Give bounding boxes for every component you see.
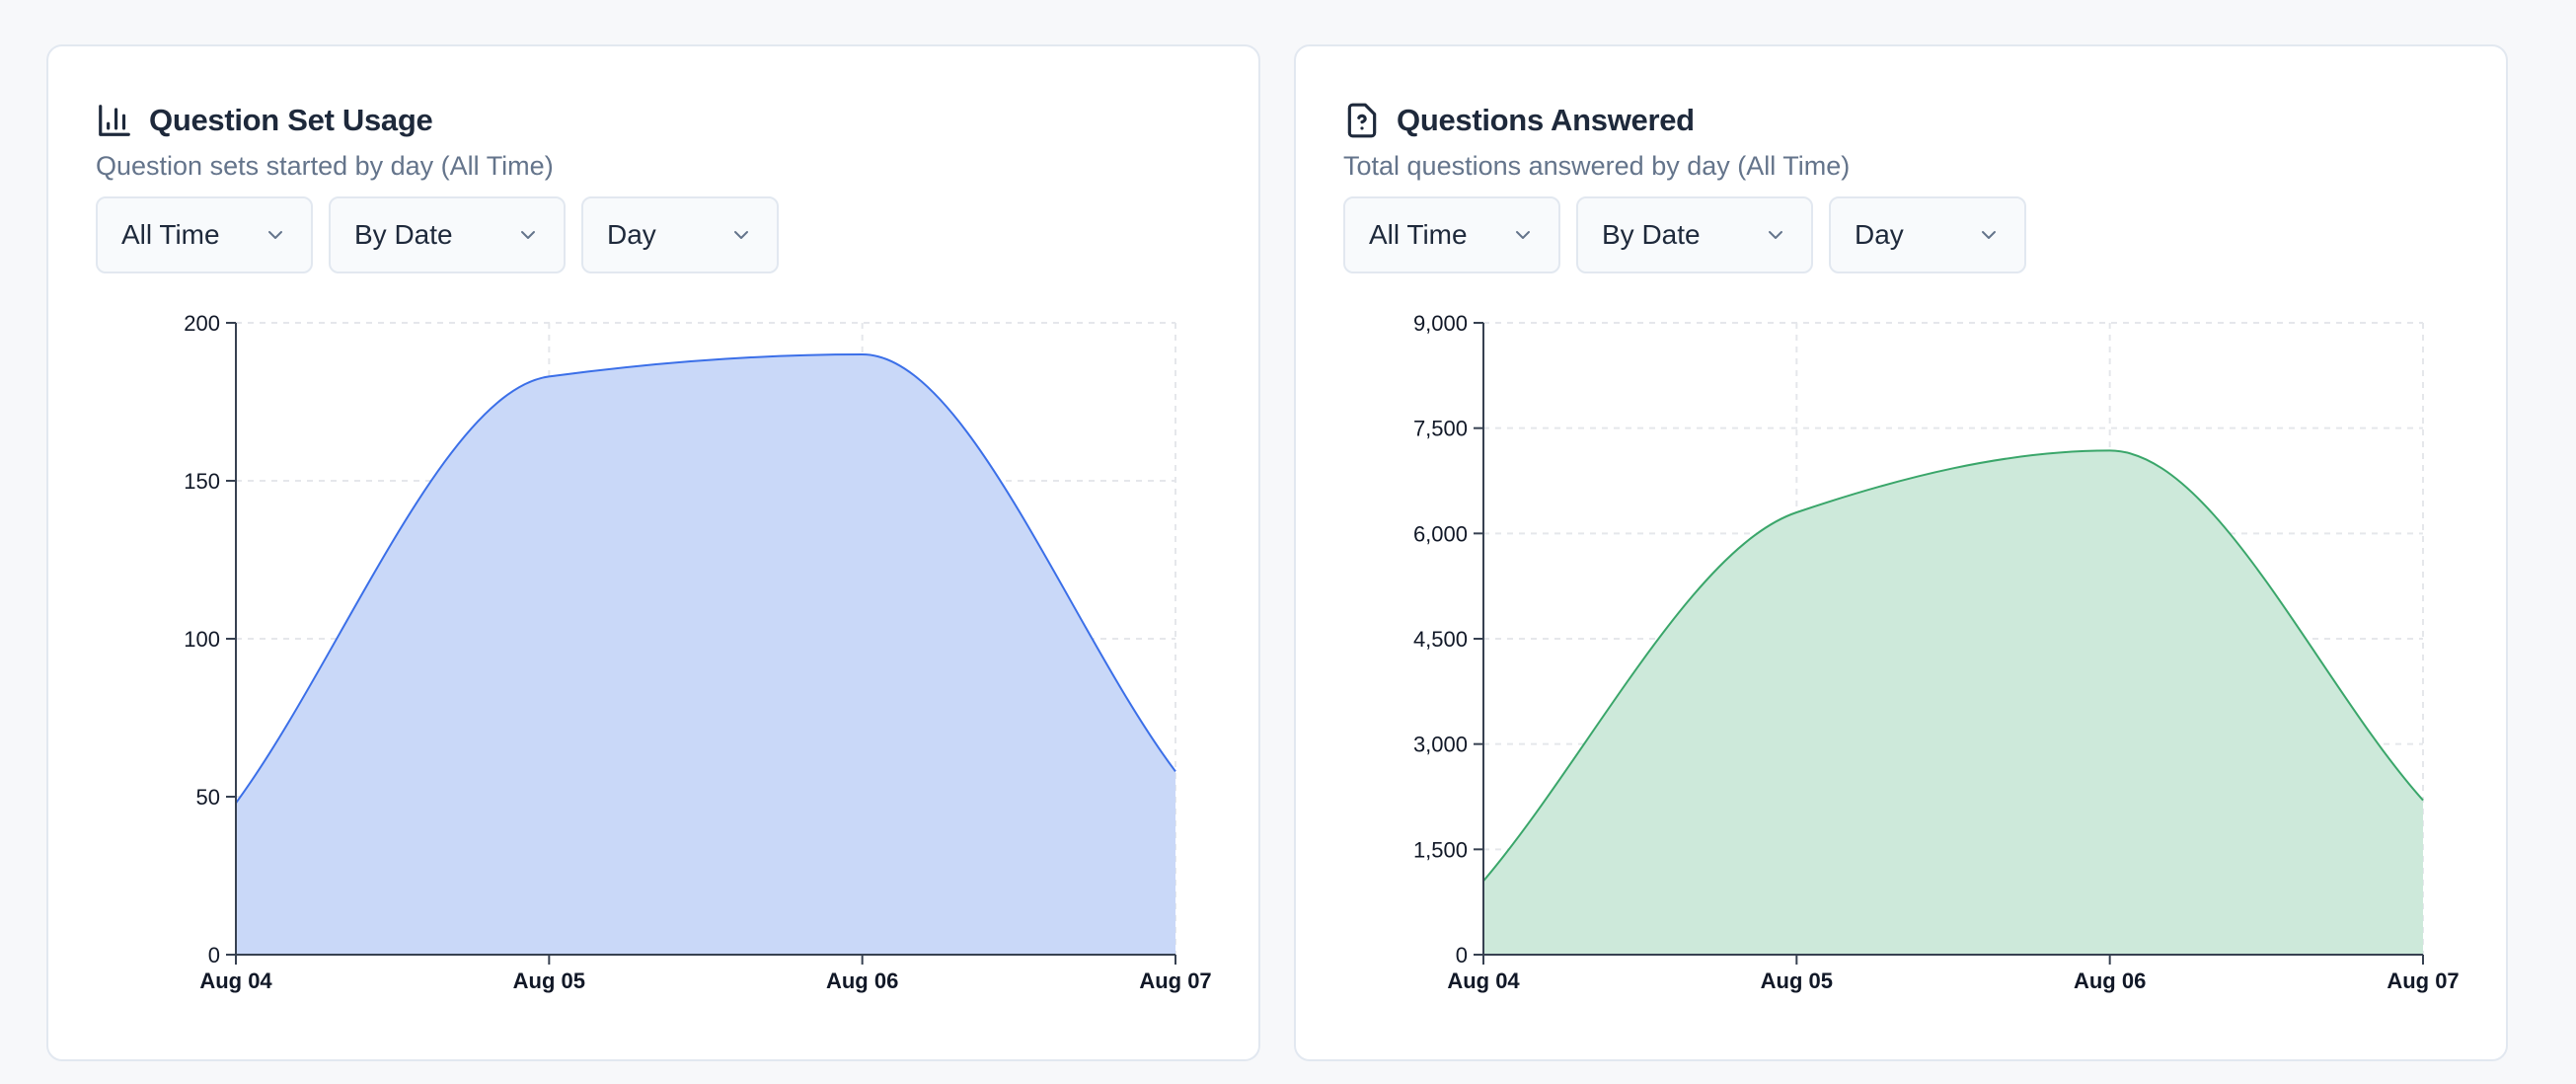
y-tick-label: 200: [184, 311, 220, 336]
y-tick-label: 100: [184, 627, 220, 652]
y-tick-label: 150: [184, 469, 220, 494]
y-tick-label: 0: [208, 943, 220, 968]
series-area: [1483, 450, 2423, 955]
series-area: [236, 354, 1175, 955]
y-tick-label: 4,500: [1413, 627, 1468, 652]
usage-area-chart: 0 50 100 150 200 Aug 04 Aug 05 Aug 06 Aug 07: [184, 311, 1211, 993]
answered-area-chart: 0 1,500 3,000 4,500 6,000 7,500 9,000 Aug 04 Aug…: [1413, 311, 2460, 993]
question-set-usage-card: Question Set Usage Question sets started…: [46, 44, 1260, 1061]
x-tick-label: Aug 05: [1761, 968, 1833, 993]
y-tick-label: 3,000: [1413, 733, 1468, 757]
y-tick-label: 7,500: [1413, 417, 1468, 441]
x-tick-label: Aug 04: [1447, 968, 1520, 993]
x-tick-label: Aug 05: [513, 968, 585, 993]
x-tick-label: Aug 06: [826, 968, 898, 993]
x-tick-label: Aug 04: [199, 968, 272, 993]
y-tick-label: 6,000: [1413, 521, 1468, 546]
x-tick-label: Aug 07: [2387, 968, 2459, 993]
x-tick-label: Aug 07: [1139, 968, 1211, 993]
x-tick-label: Aug 06: [2074, 968, 2146, 993]
y-tick-label: 1,500: [1413, 837, 1468, 862]
questions-answered-card: Questions Answered Total questions answe…: [1294, 44, 2508, 1061]
y-tick-label: 0: [1456, 943, 1468, 968]
y-tick-label: 9,000: [1413, 311, 1468, 336]
y-tick-label: 50: [196, 785, 220, 810]
